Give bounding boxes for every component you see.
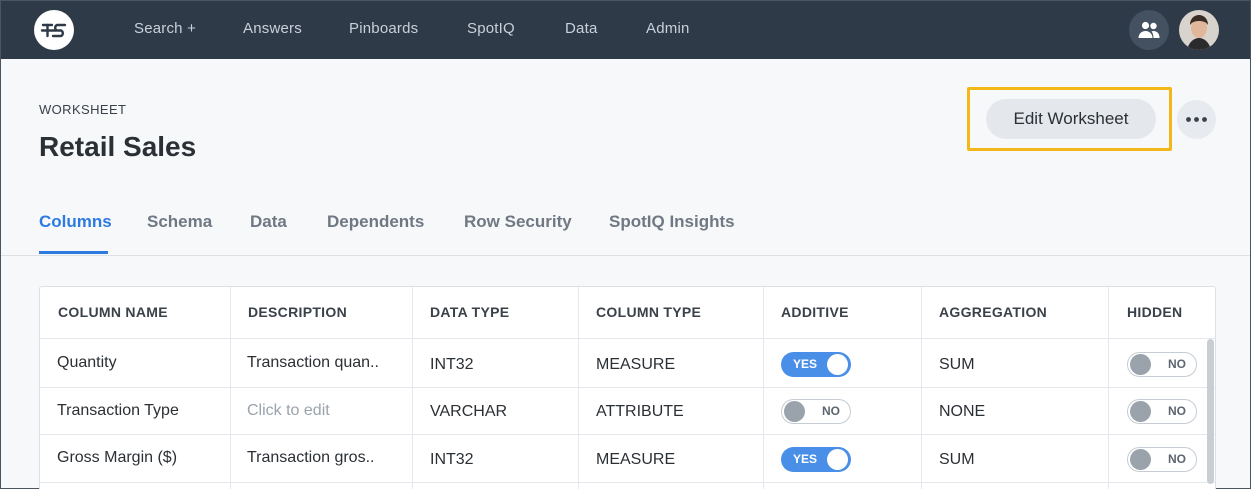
toggle-knob bbox=[784, 401, 805, 422]
column-divider bbox=[1108, 287, 1109, 489]
tabs-divider bbox=[1, 255, 1250, 256]
header-column-type[interactable]: COLUMN TYPE bbox=[596, 304, 701, 320]
thoughtspot-logo[interactable] bbox=[34, 10, 74, 50]
tab-row-security[interactable]: Row Security bbox=[464, 212, 572, 232]
row-divider bbox=[40, 338, 1215, 339]
row-divider bbox=[40, 482, 1215, 483]
cell-column-type[interactable]: ATTRIBUTE bbox=[596, 403, 684, 421]
cell-column-type[interactable]: MEASURE bbox=[596, 451, 675, 469]
cell-aggregation[interactable]: SUM bbox=[939, 356, 975, 374]
toggle-label: YES bbox=[793, 357, 818, 371]
cell-aggregation[interactable]: SUM bbox=[939, 451, 975, 469]
cell-description[interactable]: Transaction gros.. bbox=[247, 449, 374, 467]
column-divider bbox=[763, 287, 764, 489]
toggle-knob bbox=[1130, 401, 1151, 422]
people-icon[interactable] bbox=[1129, 10, 1169, 50]
hidden-toggle[interactable]: NO bbox=[1127, 352, 1197, 377]
nav-data[interactable]: Data bbox=[565, 20, 598, 37]
toggle-label: NO bbox=[1168, 357, 1186, 371]
column-divider bbox=[412, 287, 413, 489]
more-options-icon[interactable] bbox=[1177, 100, 1216, 139]
cell-data-type[interactable]: INT32 bbox=[430, 356, 474, 374]
top-nav-bar: Search + Answers Pinboards SpotIQ Data A… bbox=[1, 1, 1250, 59]
cell-description-placeholder[interactable]: Click to edit bbox=[247, 402, 330, 420]
hidden-toggle[interactable]: NO bbox=[1127, 399, 1197, 424]
tab-spotiq-insights[interactable]: SpotIQ Insights bbox=[609, 212, 735, 232]
nav-admin[interactable]: Admin bbox=[646, 20, 690, 37]
cell-column-type[interactable]: MEASURE bbox=[596, 356, 675, 374]
cell-description[interactable]: Transaction quan.. bbox=[247, 354, 379, 372]
active-tab-indicator bbox=[39, 251, 108, 254]
tab-data[interactable]: Data bbox=[250, 212, 287, 232]
page-type-label: WORKSHEET bbox=[39, 102, 127, 117]
cell-aggregation[interactable]: NONE bbox=[939, 403, 985, 421]
toggle-label: NO bbox=[822, 404, 840, 418]
tab-dependents[interactable]: Dependents bbox=[327, 212, 424, 232]
cell-column-name[interactable]: Gross Margin ($) bbox=[57, 449, 177, 467]
row-divider bbox=[40, 387, 1215, 388]
header-aggregation[interactable]: AGGREGATION bbox=[939, 304, 1047, 320]
toggle-knob bbox=[827, 449, 848, 470]
toggle-knob bbox=[827, 354, 848, 375]
tab-columns[interactable]: Columns bbox=[39, 212, 112, 232]
header-additive[interactable]: ADDITIVE bbox=[781, 304, 849, 320]
column-divider bbox=[230, 287, 231, 489]
toggle-knob bbox=[1130, 449, 1151, 470]
user-avatar[interactable] bbox=[1179, 10, 1219, 50]
columns-table: COLUMN NAME DESCRIPTION DATA TYPE COLUMN… bbox=[39, 286, 1216, 489]
additive-toggle[interactable]: YES bbox=[781, 447, 851, 472]
header-column-name[interactable]: COLUMN NAME bbox=[58, 304, 168, 320]
toggle-label: NO bbox=[1168, 404, 1186, 418]
nav-answers[interactable]: Answers bbox=[243, 20, 302, 37]
header-data-type[interactable]: DATA TYPE bbox=[430, 304, 509, 320]
column-divider bbox=[578, 287, 579, 489]
additive-toggle[interactable]: NO bbox=[781, 399, 851, 424]
toggle-label: YES bbox=[793, 452, 818, 466]
column-divider bbox=[921, 287, 922, 489]
cell-data-type[interactable]: INT32 bbox=[430, 451, 474, 469]
toggle-knob bbox=[1130, 354, 1151, 375]
toggle-label: NO bbox=[1168, 452, 1186, 466]
page-title: Retail Sales bbox=[39, 131, 197, 162]
additive-toggle[interactable]: YES bbox=[781, 352, 851, 377]
table-scrollbar[interactable] bbox=[1207, 339, 1214, 484]
nav-search[interactable]: Search + bbox=[134, 20, 196, 37]
cell-data-type[interactable]: VARCHAR bbox=[430, 403, 507, 421]
row-divider bbox=[40, 434, 1215, 435]
tab-schema[interactable]: Schema bbox=[147, 212, 212, 232]
header-hidden[interactable]: HIDDEN bbox=[1127, 304, 1182, 320]
cell-column-name[interactable]: Transaction Type bbox=[57, 402, 179, 420]
cell-column-name[interactable]: Quantity bbox=[57, 354, 117, 372]
nav-spotiq[interactable]: SpotIQ bbox=[467, 20, 515, 37]
header-description[interactable]: DESCRIPTION bbox=[248, 304, 347, 320]
nav-pinboards[interactable]: Pinboards bbox=[349, 20, 418, 37]
hidden-toggle[interactable]: NO bbox=[1127, 447, 1197, 472]
edit-worksheet-button[interactable]: Edit Worksheet bbox=[986, 99, 1156, 139]
